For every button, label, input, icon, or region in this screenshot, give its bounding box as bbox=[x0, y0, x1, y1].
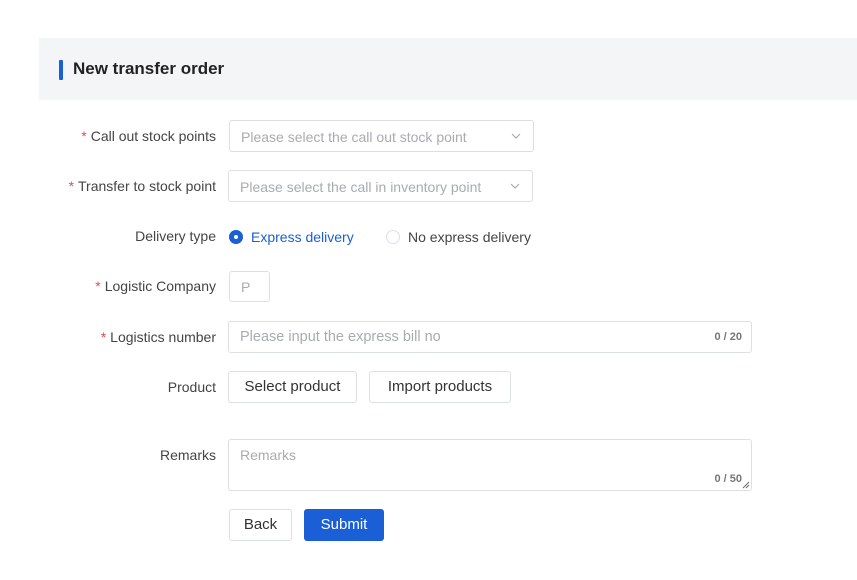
title-accent-bar bbox=[59, 60, 63, 80]
delivery-type-label: Delivery type bbox=[135, 228, 216, 244]
remarks-counter: 0 / 50 bbox=[714, 473, 742, 485]
radio-express-delivery[interactable]: Express delivery bbox=[229, 229, 354, 245]
logistic-company-placeholder: P bbox=[241, 279, 251, 295]
remarks-placeholder: Remarks bbox=[240, 447, 297, 463]
call-out-label-wrap: * Call out stock points bbox=[81, 126, 216, 146]
logistics-number-counter: 0 / 20 bbox=[714, 331, 742, 343]
required-mark: * bbox=[95, 278, 101, 294]
select-product-button[interactable]: Select product bbox=[228, 371, 357, 403]
logistic-company-label-wrap: * Logistic Company bbox=[95, 276, 216, 296]
page-title: New transfer order bbox=[73, 59, 225, 78]
logistic-company-input[interactable]: P bbox=[229, 271, 270, 302]
transfer-to-label-wrap: * Transfer to stock point bbox=[69, 176, 216, 196]
logistics-number-placeholder: Please input the express bill no bbox=[240, 329, 441, 345]
remarks-textarea[interactable]: Remarks 0 / 50 bbox=[228, 439, 752, 491]
back-button[interactable]: Back bbox=[229, 509, 292, 541]
call-out-label: Call out stock points bbox=[90, 128, 216, 144]
import-products-button[interactable]: Import products bbox=[369, 371, 511, 403]
required-mark: * bbox=[81, 128, 87, 144]
radio-no-express-delivery[interactable]: No express delivery bbox=[386, 229, 531, 245]
call-out-placeholder: Please select the call out stock point bbox=[241, 129, 467, 145]
radio-express-label: Express delivery bbox=[251, 229, 354, 245]
radio-unchecked-icon bbox=[386, 230, 400, 244]
transfer-to-placeholder: Please select the call in inventory poin… bbox=[240, 179, 482, 195]
chevron-down-icon bbox=[510, 183, 520, 189]
transfer-to-select[interactable]: Please select the call in inventory poin… bbox=[228, 170, 533, 202]
radio-no-express-label: No express delivery bbox=[408, 229, 531, 245]
logistics-number-label-wrap: * Logistics number bbox=[101, 327, 216, 347]
submit-button[interactable]: Submit bbox=[304, 509, 384, 541]
logistics-number-label: Logistics number bbox=[110, 329, 216, 345]
product-label: Product bbox=[167, 379, 216, 395]
logistics-number-input[interactable]: Please input the express bill no 0 / 20 bbox=[228, 321, 752, 353]
transfer-to-label: Transfer to stock point bbox=[78, 178, 216, 194]
remarks-label: Remarks bbox=[159, 447, 216, 463]
logistic-company-label: Logistic Company bbox=[104, 278, 216, 294]
transfer-order-page: New transfer order * Call out stock point… bbox=[0, 0, 857, 580]
required-mark: * bbox=[100, 329, 107, 345]
required-mark: * bbox=[68, 178, 75, 194]
call-out-select[interactable]: Please select the call out stock point bbox=[229, 120, 534, 152]
radio-checked-icon bbox=[229, 230, 243, 244]
chevron-down-icon bbox=[511, 133, 521, 139]
page-header: New transfer order bbox=[39, 38, 857, 100]
resize-handle-icon[interactable] bbox=[742, 481, 750, 489]
